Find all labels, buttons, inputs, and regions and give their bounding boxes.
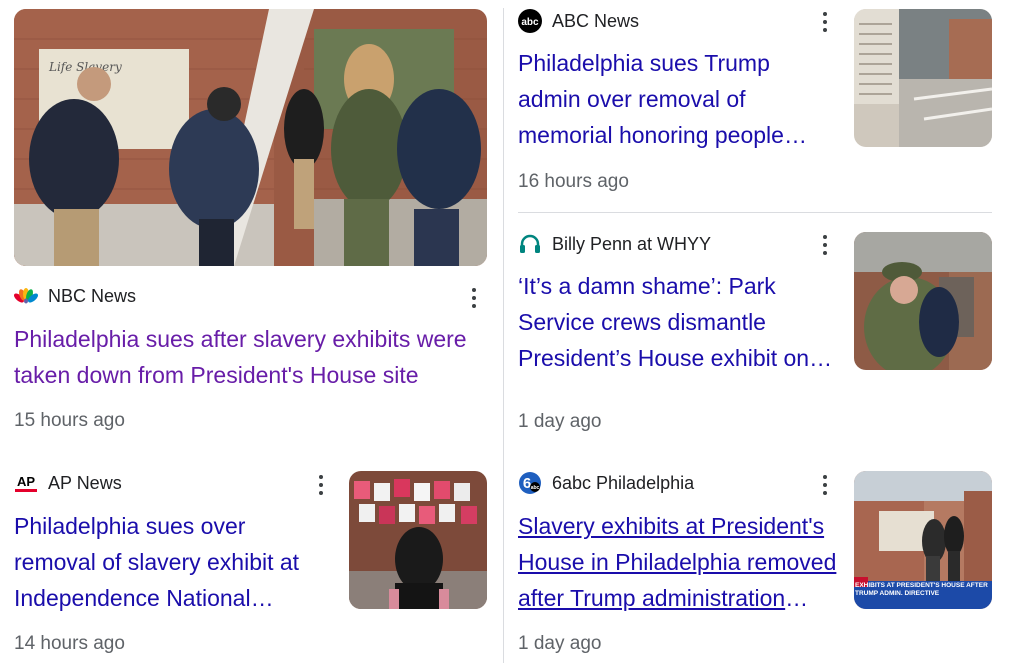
article-source-name: 6abc Philadelphia [552,472,695,493]
article-headline-abc[interactable]: Philadelphia sues Trump admin over remov… [518,45,834,153]
article-headline-nbc[interactable]: Philadelphia sues after slavery exhibits… [14,321,492,393]
more-options-icon[interactable] [311,472,331,498]
article-source-name: AP News [48,472,122,493]
article-source-billypenn[interactable]: Billy Penn at WHYY [518,232,711,256]
ap-logo-icon: AP [14,471,38,495]
article-thumbnail-ap[interactable] [349,471,487,609]
article-source-ap[interactable]: AP AP News [14,471,122,495]
article-thumbnail-nbc[interactable]: Life Slavery [14,9,487,266]
article-thumbnail-billypenn[interactable] [854,232,992,370]
article-time-6abc: 1 day ago [518,633,602,654]
svg-text:abc: abc [531,485,540,491]
article-headline-billypenn[interactable]: ‘It’s a damn shame’: Park Service crews … [518,268,834,376]
article-thumbnail-6abc[interactable]: EXHIBITS AT PRESIDENT'S HOUSE AFTER TRUM… [854,471,992,609]
thumbnail-caption: EXHIBITS AT PRESIDENT'S HOUSE AFTER TRUM… [855,582,988,597]
more-options-icon[interactable] [815,232,835,258]
6abc-logo-icon: 6 abc [518,471,542,495]
article-time-abc: 16 hours ago [518,171,629,192]
column-divider [503,8,504,663]
svg-text:AP: AP [17,474,35,489]
article-source-name: ABC News [552,10,640,31]
article-thumbnail-abc[interactable] [854,9,992,147]
row-divider [518,212,992,213]
nbc-peacock-icon [14,284,38,308]
more-options-icon[interactable] [815,472,835,498]
article-source-6abc[interactable]: 6 abc 6abc Philadelphia [518,471,694,495]
article-time-nbc: 15 hours ago [14,410,125,431]
article-time-billypenn: 1 day ago [518,411,602,432]
article-headline-ap[interactable]: Philadelphia sues over removal of slaver… [14,508,330,616]
article-source-name: Billy Penn at WHYY [552,233,712,254]
more-options-icon[interactable] [815,9,835,35]
article-time-ap: 14 hours ago [14,633,125,654]
more-options-icon[interactable] [464,285,484,311]
article-source-nbc[interactable]: NBC News [14,284,136,308]
article-source-abc[interactable]: abc ABC News [518,9,639,33]
headphones-icon [518,232,542,256]
article-source-name: NBC News [48,285,137,306]
article-headline-6abc[interactable]: Slavery exhibits at President's House in… [518,508,840,616]
abc-logo-icon: abc [518,9,542,33]
svg-text:abc: abc [521,17,539,28]
